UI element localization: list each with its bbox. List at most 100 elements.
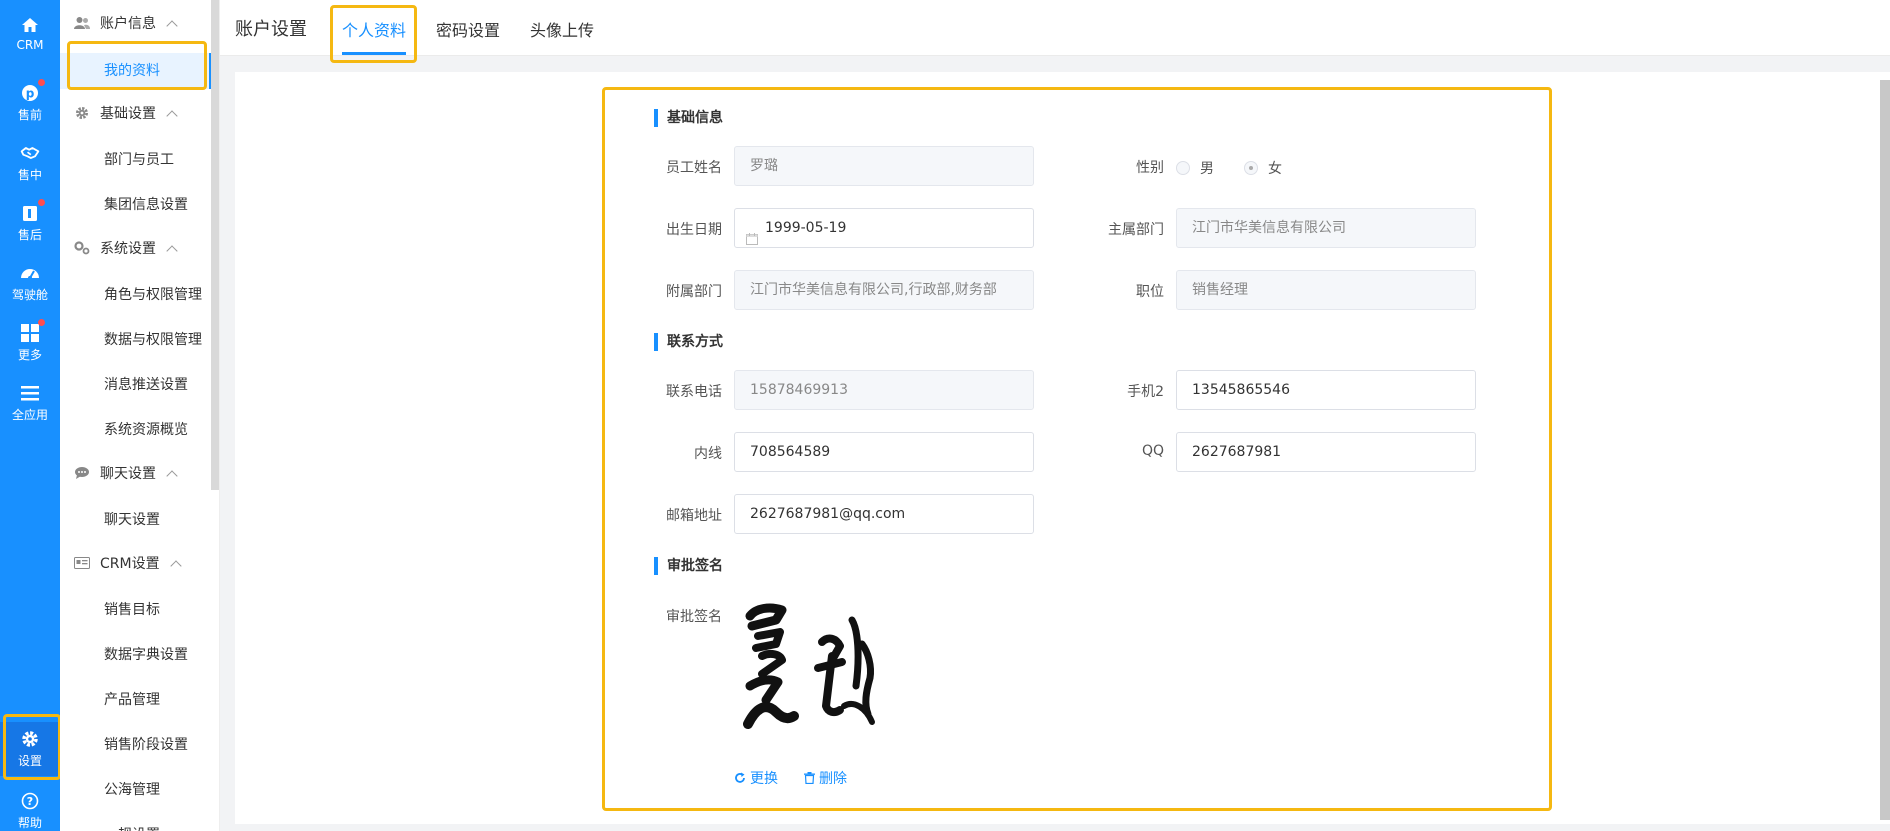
icon-rail: CRM p 售前 售中 售后 驾驶舱 更多 全应用 设置 ? 帮助 bbox=[0, 0, 60, 831]
rail-item-aftersale[interactable]: 售后 bbox=[0, 196, 60, 250]
label-name: 员工姓名 bbox=[666, 160, 722, 176]
position-field[interactable]: 销售经理 bbox=[1176, 270, 1476, 310]
menu-item-products[interactable]: 产品管理 bbox=[60, 682, 212, 718]
group-account-info[interactable]: 账户信息 bbox=[60, 8, 210, 38]
grid-icon bbox=[20, 319, 45, 343]
notification-dot bbox=[38, 79, 45, 86]
tab-avatar-upload[interactable]: 头像上传 bbox=[530, 17, 594, 41]
qq-field[interactable]: 2627687981 bbox=[1176, 432, 1476, 472]
group-title: 基础设置 bbox=[100, 106, 156, 122]
gender-male-radio[interactable]: 男 bbox=[1176, 158, 1214, 178]
refresh-icon bbox=[734, 772, 746, 784]
tab-password[interactable]: 密码设置 bbox=[436, 17, 500, 41]
svg-text:?: ? bbox=[27, 795, 33, 808]
label-main-dept: 主属部门 bbox=[1108, 222, 1164, 238]
rail-label: 售后 bbox=[17, 228, 42, 242]
rail-label: 全应用 bbox=[11, 408, 48, 422]
gears-icon bbox=[74, 240, 90, 256]
email-field[interactable]: 2627687981@qq.com bbox=[734, 494, 1034, 534]
menu-item-data-dictionary[interactable]: 数据字典设置 bbox=[60, 637, 212, 673]
menu-item-chat[interactable]: 聊天设置 bbox=[60, 502, 212, 538]
notification-dot bbox=[38, 319, 45, 326]
radio-label: 女 bbox=[1268, 161, 1282, 177]
label-signature: 审批签名 bbox=[666, 609, 722, 625]
group-chat-settings[interactable]: 聊天设置 bbox=[60, 458, 210, 488]
section-contact: 联系方式 bbox=[654, 333, 723, 351]
chevron-up-icon bbox=[166, 19, 178, 32]
tab-personal-info[interactable]: 个人资料 bbox=[342, 17, 406, 41]
menu-item-public-pool[interactable]: 公海管理 bbox=[60, 772, 212, 808]
menu-item-group-info[interactable]: 集团信息设置 bbox=[60, 187, 212, 223]
rail-item-insale[interactable]: 售中 bbox=[0, 136, 60, 190]
rail-item-more[interactable]: 更多 bbox=[0, 316, 60, 370]
rail-label: 驾驶舱 bbox=[11, 288, 48, 302]
rail-item-all-apps[interactable]: 全应用 bbox=[0, 376, 60, 430]
menu-item-my-profile[interactable]: 我的资料 bbox=[60, 53, 212, 89]
main-dept-field[interactable]: 江门市华美信息有限公司 bbox=[1176, 208, 1476, 248]
rail-item-cockpit[interactable]: 驾驶舱 bbox=[0, 256, 60, 310]
label-phone: 联系电话 bbox=[666, 384, 722, 400]
group-title: 聊天设置 bbox=[100, 466, 156, 482]
menu-item-data-permissions[interactable]: 数据与权限管理 bbox=[60, 322, 212, 358]
rail-item-presale[interactable]: p 售前 bbox=[0, 76, 60, 130]
menu-icon bbox=[20, 383, 40, 403]
group-system-settings[interactable]: 系统设置 bbox=[60, 233, 210, 263]
signature-image bbox=[736, 596, 886, 746]
menu-item-sales-stage[interactable]: 销售阶段设置 bbox=[60, 727, 212, 763]
rail-item-help[interactable]: ? 帮助 bbox=[0, 784, 60, 831]
mobile2-field[interactable]: 13545865546 bbox=[1176, 370, 1476, 410]
menu-item-roles[interactable]: 角色与权限管理 bbox=[60, 277, 212, 313]
rail-label: 售前 bbox=[17, 108, 42, 122]
page-scrollbar[interactable] bbox=[1880, 80, 1890, 820]
chevron-up-icon bbox=[166, 469, 178, 482]
phone-field[interactable]: 15878469913 bbox=[734, 370, 1034, 410]
menu-item-dept-staff[interactable]: 部门与员工 bbox=[60, 142, 212, 178]
replace-signature-button[interactable]: 更换 bbox=[734, 768, 778, 788]
notification-dot bbox=[38, 199, 45, 206]
menu-item-sales-target[interactable]: 销售目标 bbox=[60, 592, 212, 628]
group-basic-settings[interactable]: 基础设置 bbox=[60, 98, 210, 128]
delete-signature-button[interactable]: 删除 bbox=[804, 768, 847, 788]
settings-submenu: 账户信息 我的资料 基础设置 部门与员工 集团信息设置 系统设置 角色与权限管理… bbox=[60, 0, 220, 831]
label-qq: QQ bbox=[1141, 443, 1164, 459]
delete-label: 删除 bbox=[819, 771, 847, 787]
gear-icon bbox=[20, 729, 40, 749]
handshake-icon bbox=[20, 143, 40, 163]
birthday-field[interactable]: 1999-05-19 bbox=[734, 208, 1034, 248]
calendar-icon bbox=[746, 222, 758, 260]
rail-label: 更多 bbox=[17, 348, 42, 362]
menu-item-rules[interactable]: …规设置 bbox=[60, 817, 212, 831]
group-title: 账户信息 bbox=[100, 16, 156, 32]
content-panel bbox=[235, 72, 1890, 824]
section-signature: 审批签名 bbox=[654, 557, 723, 575]
users-icon bbox=[74, 15, 90, 31]
sub-dept-field[interactable]: 江门市华美信息有限公司,行政部,财务部 bbox=[734, 270, 1034, 310]
gender-female-radio[interactable]: 女 bbox=[1244, 158, 1282, 178]
menu-item-resources[interactable]: 系统资源概览 bbox=[60, 412, 212, 448]
submenu-scrollbar[interactable] bbox=[211, 0, 219, 490]
label-gender: 性别 bbox=[1136, 160, 1164, 176]
active-tab-indicator bbox=[342, 52, 406, 55]
dashboard-icon bbox=[20, 263, 40, 283]
label-email: 邮箱地址 bbox=[666, 508, 722, 524]
ext-field[interactable]: 708564589 bbox=[734, 432, 1034, 472]
rail-item-crm[interactable]: CRM bbox=[0, 6, 60, 60]
chevron-up-icon bbox=[169, 559, 182, 572]
section-basic-info: 基础信息 bbox=[654, 109, 723, 127]
name-field[interactable]: 罗璐 bbox=[734, 146, 1034, 186]
label-ext: 内线 bbox=[694, 446, 722, 462]
chevron-up-icon bbox=[166, 244, 178, 257]
replace-label: 更换 bbox=[750, 771, 778, 787]
label-birthday: 出生日期 bbox=[666, 222, 722, 238]
top-tab-bar: 账户设置 个人资料 密码设置 头像上传 bbox=[220, 0, 1890, 56]
chevron-up-icon bbox=[166, 109, 178, 122]
label-position: 职位 bbox=[1136, 284, 1164, 300]
rail-item-settings[interactable]: 设置 bbox=[0, 722, 60, 776]
menu-item-message-push[interactable]: 消息推送设置 bbox=[60, 367, 212, 403]
birthday-value: 1999-05-19 bbox=[765, 220, 847, 236]
label-sub-dept: 附属部门 bbox=[666, 284, 722, 300]
group-title: 系统设置 bbox=[100, 241, 156, 257]
group-crm-settings[interactable]: CRM设置 bbox=[60, 548, 210, 578]
chat-icon bbox=[74, 465, 90, 481]
rail-label: 帮助 bbox=[17, 816, 42, 830]
